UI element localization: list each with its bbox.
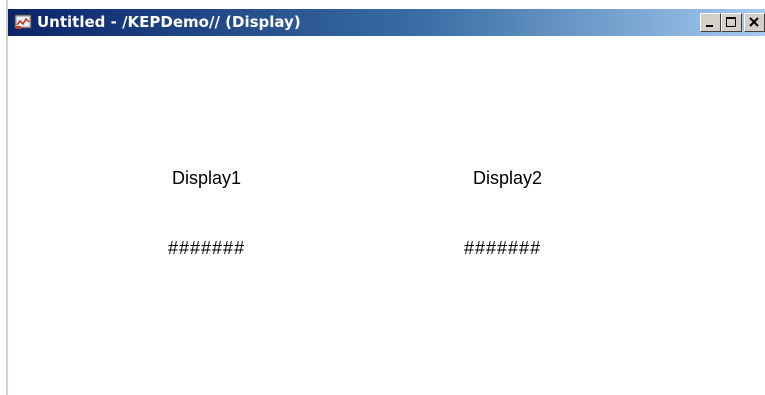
- close-icon: [749, 17, 759, 27]
- title-bar-buttons: [700, 13, 765, 34]
- display1-label: Display1: [172, 168, 242, 188]
- maximize-icon: [726, 17, 736, 27]
- minimize-icon: [706, 25, 713, 27]
- display2-value[interactable]: #######: [464, 238, 541, 259]
- window-left-border: [0, 0, 8, 395]
- display-app-icon[interactable]: [14, 13, 32, 31]
- display-canvas[interactable]: Display1 ####### Display2 #######: [8, 36, 765, 395]
- title-bar[interactable]: Untitled - /KEPDemo// (Display): [8, 9, 765, 36]
- display2-label: Display2: [473, 168, 543, 188]
- close-button[interactable]: [744, 13, 765, 32]
- display-window: Untitled - /KEPDemo// (Display) Display1…: [0, 0, 765, 395]
- window-title: Untitled - /KEPDemo// (Display): [37, 13, 301, 31]
- display1-value[interactable]: #######: [168, 238, 245, 259]
- maximize-button[interactable]: [721, 13, 742, 32]
- minimize-button[interactable]: [700, 13, 721, 32]
